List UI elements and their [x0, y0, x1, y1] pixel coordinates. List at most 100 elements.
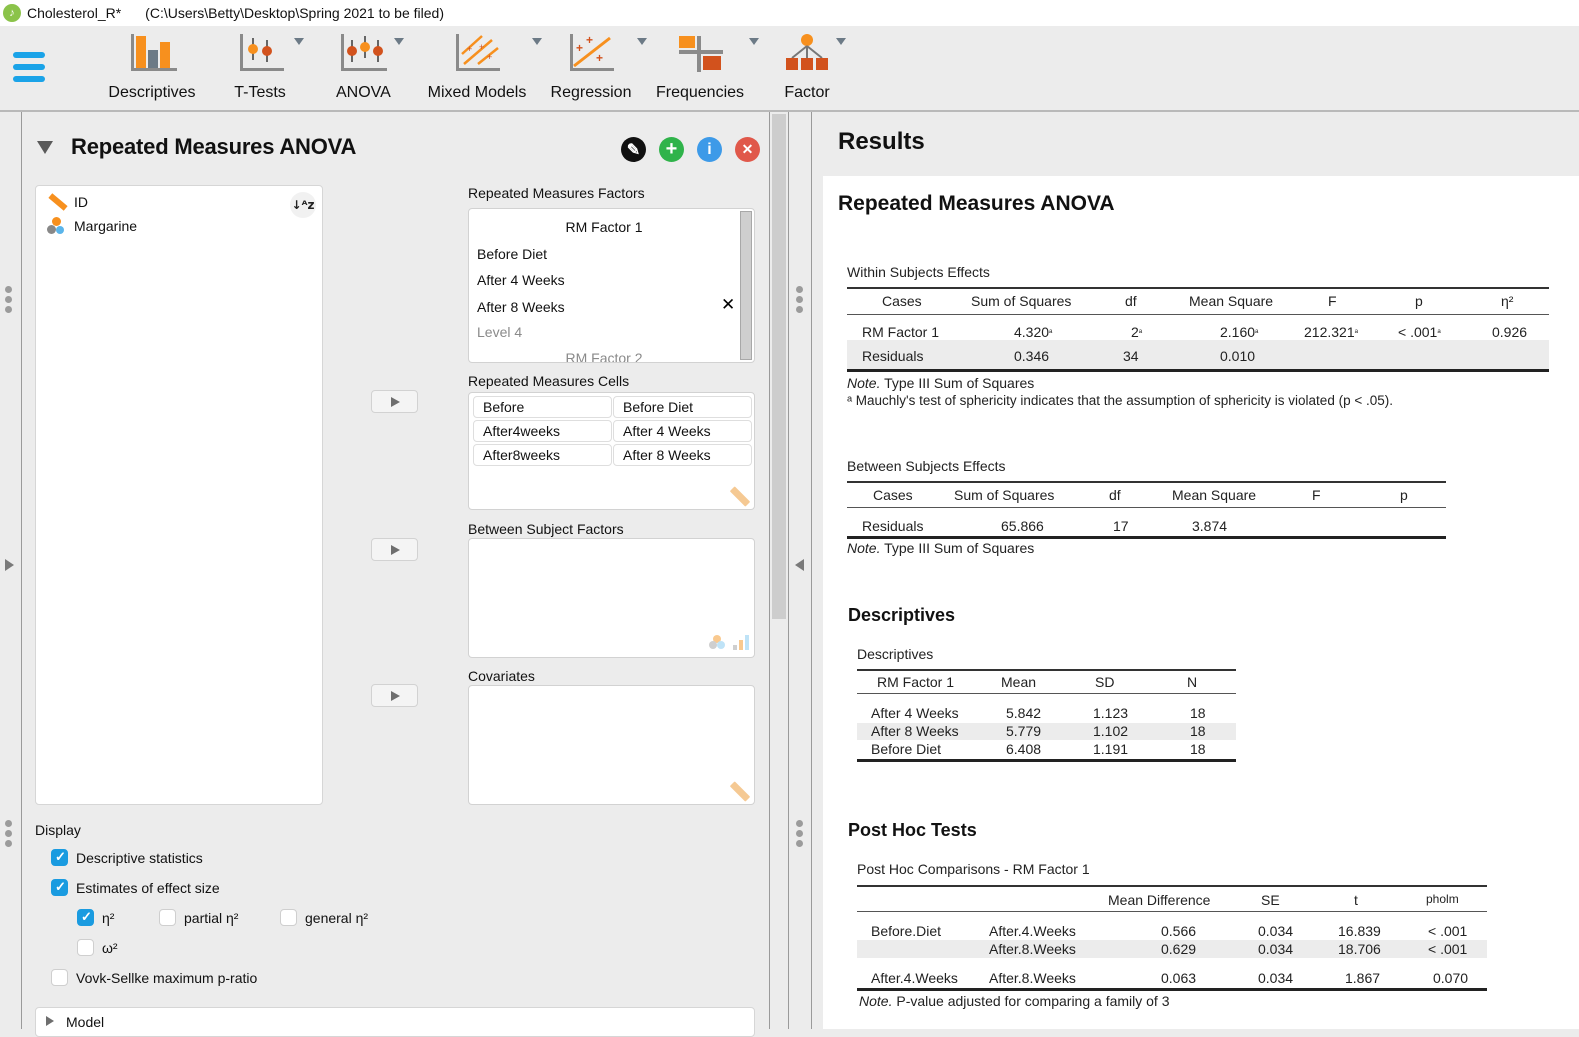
ribbon-mixed-models-button[interactable]: + + + Mixed Models: [426, 32, 542, 106]
rm-cell-variable[interactable]: After4weeks: [473, 420, 612, 442]
new-factor-placeholder[interactable]: RM Factor 2: [469, 350, 739, 362]
ribbon-regression-button[interactable]: + + + Regression: [549, 32, 647, 106]
eta-squared-checkbox[interactable]: η²: [77, 909, 114, 926]
expand-data-icon[interactable]: [5, 559, 14, 571]
edit-title-button[interactable]: ✎: [621, 137, 646, 162]
table-cell: 0.926: [1492, 324, 1528, 340]
col-header: Mean: [1001, 674, 1037, 690]
effect-size-checkbox[interactable]: Estimates of effect size: [51, 879, 220, 896]
rm-cell-variable[interactable]: After8weeks: [473, 444, 612, 466]
within-subjects-note: Note. Type III Sum of Squares: [847, 375, 1035, 391]
table-cell: 0.034: [1258, 941, 1294, 957]
col-header: η²: [1501, 293, 1514, 309]
remove-level-icon[interactable]: ✕: [721, 295, 735, 315]
variable-item-id[interactable]: ID: [46, 193, 88, 211]
drag-handle-icon[interactable]: [796, 286, 804, 316]
analysis-title: Repeated Measures ANOVA: [71, 134, 357, 159]
descriptives-table: RM Factor 1 Mean SD N After 4 Weeks 5.84…: [857, 669, 1236, 764]
collapse-analysis-icon[interactable]: [795, 559, 804, 571]
model-section-header[interactable]: Model: [35, 1007, 755, 1037]
rm-cells-box[interactable]: Before Before Diet After4weeks After 4 W…: [468, 392, 755, 510]
analysis-panel-scrollbar[interactable]: [769, 112, 789, 1029]
file-path: (C:\Users\Betty\Desktop\Spring 2021 to b…: [145, 5, 444, 21]
drag-handle-icon[interactable]: [5, 286, 13, 316]
close-analysis-button[interactable]: ✕: [735, 137, 760, 162]
vovk-sellke-checkbox[interactable]: Vovk-Sellke maximum p-ratio: [51, 969, 257, 986]
table-cell: 3.874: [1192, 518, 1228, 534]
col-header: F: [1312, 487, 1321, 503]
analysis-options-panel: Repeated Measures ANOVA ✎ + i ✕ ID Marga…: [23, 112, 768, 1037]
info-icon: i: [707, 140, 712, 158]
checkbox-checked-icon: [51, 879, 68, 896]
scrollbar-thumb[interactable]: [772, 114, 786, 619]
posthoc-heading[interactable]: Post Hoc Tests: [848, 820, 977, 841]
omega-squared-checkbox[interactable]: ω²: [77, 939, 118, 956]
assign-rm-cells-button[interactable]: [371, 390, 418, 413]
between-factors-box[interactable]: [468, 538, 755, 658]
regression-icon: + + +: [566, 32, 616, 72]
rm-cell-variable[interactable]: Before: [473, 396, 612, 418]
covariates-box[interactable]: [468, 685, 755, 805]
duplicate-button[interactable]: +: [659, 137, 684, 162]
checkbox-checked-icon: [77, 909, 94, 926]
mixed-models-icon: + + +: [452, 32, 502, 72]
sort-az-icon: ↓ᴬz: [291, 198, 315, 212]
app-logo-icon: ♪: [3, 4, 21, 22]
ribbon-t-tests-button[interactable]: T-Tests: [230, 32, 304, 106]
col-header: RM Factor 1: [877, 674, 955, 690]
rm-factor-name[interactable]: RM Factor 1: [469, 219, 739, 235]
drag-handle-icon[interactable]: [5, 820, 13, 850]
table-cell: < .001: [1428, 941, 1468, 957]
factor-dropdown-icon: [836, 38, 846, 45]
new-level-placeholder[interactable]: Level 4: [477, 324, 522, 340]
rm-level-item[interactable]: Before Diet: [477, 246, 547, 262]
table-cell: 5.842: [1006, 705, 1042, 721]
hamburger-menu-button[interactable]: [13, 52, 45, 88]
descriptives-heading[interactable]: Descriptives: [848, 605, 955, 626]
t-tests-icon: [235, 32, 285, 72]
rm-cell-level: After 4 Weeks: [613, 420, 752, 442]
table-cell: 2ᵃ: [1131, 324, 1143, 340]
table-cell: 6.408: [1006, 741, 1042, 757]
table-cell: Residuals: [862, 518, 924, 534]
col-header: df: [1125, 293, 1137, 309]
rm-cells-label: Repeated Measures Cells: [468, 373, 630, 389]
regression-dropdown-icon: [637, 38, 647, 45]
general-eta-squared-checkbox[interactable]: general η²: [280, 909, 368, 926]
info-button[interactable]: i: [697, 137, 722, 162]
close-icon: ✕: [741, 141, 754, 157]
results-analysis-title[interactable]: Repeated Measures ANOVA: [838, 192, 1115, 216]
ribbon-descriptives-button[interactable]: Descriptives: [106, 32, 198, 106]
rm-factors-box[interactable]: RM Factor 1 Before Diet After 4 Weeks Af…: [468, 208, 755, 363]
drag-handle-icon[interactable]: [796, 820, 804, 850]
ribbon-frequencies-button[interactable]: Frequencies: [655, 32, 759, 106]
checkbox-checked-icon: [51, 849, 68, 866]
assign-between-factors-button[interactable]: [371, 538, 418, 561]
rm-level-item[interactable]: After 8 Weeks: [477, 299, 565, 315]
posthoc-table: Mean Difference SE t pholm Before.Diet A…: [857, 885, 1487, 995]
rm-factors-scrollbar[interactable]: [740, 211, 752, 360]
rm-level-item[interactable]: After 4 Weeks: [477, 272, 565, 288]
results-panel-splitter[interactable]: [790, 112, 812, 1029]
descriptive-statistics-checkbox[interactable]: Descriptive statistics: [51, 849, 203, 866]
ribbon-factor-button[interactable]: Factor: [782, 32, 846, 106]
table-cell: < .001: [1428, 923, 1468, 939]
data-panel-splitter[interactable]: [0, 112, 22, 1029]
partial-eta-squared-checkbox[interactable]: partial η²: [159, 909, 238, 926]
sort-variables-button[interactable]: ↓ᴬz: [290, 192, 316, 218]
assign-covariates-button[interactable]: [371, 684, 418, 707]
frequencies-icon: [675, 32, 725, 72]
variables-list[interactable]: ID Margarine ↓ᴬz: [35, 185, 323, 805]
anova-icon: [338, 32, 388, 72]
analysis-header[interactable]: Repeated Measures ANOVA: [37, 134, 356, 160]
ribbon-anova-button[interactable]: ANOVA: [336, 32, 404, 106]
nominal-variable-icon: [46, 217, 66, 235]
variable-item-margarine[interactable]: Margarine: [46, 217, 137, 235]
col-header: Cases: [882, 293, 922, 309]
scale-type-icon: [729, 781, 751, 802]
svg-text:+: +: [596, 51, 603, 65]
col-header: df: [1109, 487, 1121, 503]
collapse-icon[interactable]: [37, 140, 53, 154]
within-subjects-caption: Within Subjects Effects: [847, 264, 990, 280]
table-cell: 18: [1190, 741, 1206, 757]
